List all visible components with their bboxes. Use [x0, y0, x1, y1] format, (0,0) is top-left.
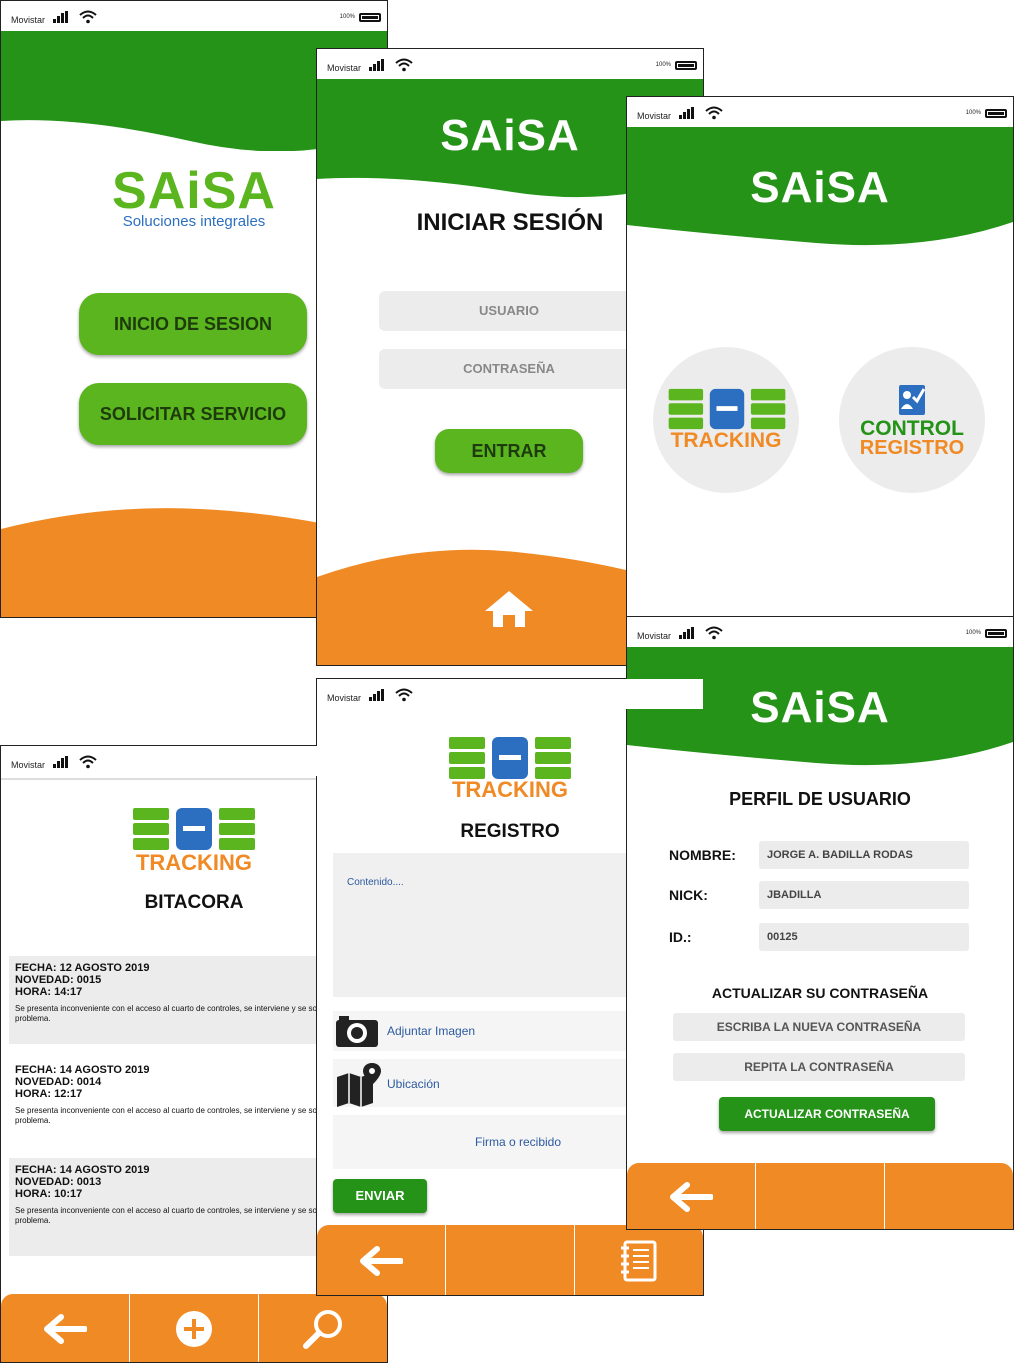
nick-label: NICK:: [669, 887, 708, 903]
empty-nav-slot: [445, 1225, 574, 1295]
saisa-logo: SAiSA: [750, 163, 890, 212]
plus-circle-icon: [176, 1311, 212, 1347]
status-bar: Movistar 100%: [317, 49, 703, 79]
menu-screen: Movistar 100% SAiSA TRACKING CONTROL REG…: [626, 96, 1014, 620]
carrier-label: Movistar: [637, 631, 672, 641]
home-icon[interactable]: [483, 589, 535, 629]
control-register-button[interactable]: CONTROL REGISTRO: [839, 347, 985, 493]
ebe-logo-icon: [668, 388, 786, 430]
tracking-label: TRACKING: [670, 429, 782, 452]
battery-label: 100%: [965, 110, 981, 116]
id-value: 00125: [759, 923, 969, 951]
repeat-password-field[interactable]: REPITA LA CONTRASEÑA: [673, 1053, 965, 1081]
attach-image-label: Adjuntar Imagen: [387, 1024, 476, 1038]
add-button[interactable]: [129, 1294, 258, 1362]
status-bar: Movistar 100%: [1, 1, 387, 31]
search-icon: [303, 1310, 342, 1349]
search-button[interactable]: [258, 1294, 387, 1362]
battery-icon: [985, 109, 1007, 118]
status-bar: Movistar: [317, 679, 703, 709]
wifi-icon: [395, 688, 413, 702]
wifi-icon: [705, 626, 723, 640]
battery-icon: [675, 61, 697, 70]
logo-text: SAiSA: [112, 162, 276, 220]
username-field[interactable]: USUARIO: [379, 291, 639, 331]
carrier-label: Movistar: [327, 63, 362, 73]
register-label: REGISTRO: [859, 437, 965, 459]
camera-icon: [336, 1016, 378, 1047]
status-bar: Movistar 100%: [627, 97, 1013, 127]
battery-icon: [985, 629, 1007, 638]
update-password-title: ACTUALIZAR SU CONTRASEÑA: [711, 985, 929, 1001]
arrow-left-icon: [360, 1246, 403, 1276]
status-bar: Movistar 100%: [627, 617, 1013, 647]
back-button[interactable]: [1, 1294, 129, 1362]
arrow-left-icon: [670, 1182, 713, 1212]
signal-icon: [53, 11, 71, 23]
tracking-button[interactable]: TRACKING: [653, 347, 799, 493]
password-field[interactable]: CONTRASEÑA: [379, 349, 639, 389]
battery-icon: [359, 13, 381, 22]
carrier-label: Movistar: [327, 693, 362, 703]
bottom-nav: [317, 1225, 703, 1295]
page-title: PERFIL DE USUARIO: [729, 789, 911, 809]
name-label: NOMBRE:: [669, 847, 736, 863]
carrier-label: Movistar: [11, 760, 46, 770]
wifi-icon: [395, 58, 413, 72]
signal-icon: [679, 107, 697, 119]
signal-icon: [53, 756, 71, 768]
wifi-icon: [79, 10, 97, 24]
enter-button[interactable]: ENTRAR: [435, 429, 583, 473]
carrier-label: Movistar: [11, 15, 46, 25]
signal-icon: [679, 627, 697, 639]
new-password-field[interactable]: ESCRIBA LA NUEVA CONTRASEÑA: [673, 1013, 965, 1041]
back-button[interactable]: [317, 1225, 445, 1295]
id-label: ID.:: [669, 929, 692, 945]
content-placeholder: Contenido....: [347, 877, 404, 888]
battery-label: 100%: [339, 14, 355, 20]
checklist-icon: [899, 385, 926, 415]
login-button[interactable]: INICIO DE SESION: [79, 293, 307, 355]
wifi-icon: [705, 106, 723, 120]
request-service-button[interactable]: SOLICITAR SERVICIO: [79, 383, 307, 445]
battery-label: 100%: [965, 630, 981, 636]
notebook-button[interactable]: [574, 1225, 703, 1295]
nick-value: JBADILLA: [759, 881, 969, 909]
map-location-icon: [337, 1063, 381, 1107]
carrier-label: Movistar: [637, 111, 672, 121]
bottom-nav: [1, 1294, 387, 1362]
location-label: Ubicación: [387, 1077, 440, 1091]
arrow-left-icon: [44, 1314, 87, 1344]
notebook-icon: [621, 1240, 657, 1282]
back-button[interactable]: [627, 1163, 755, 1229]
ebe-logo-icon: [449, 737, 571, 779]
battery-label: 100%: [655, 62, 671, 68]
status-bar: Movistar: [1, 746, 387, 776]
signal-icon: [369, 689, 387, 701]
bottom-nav: [627, 1163, 1013, 1229]
wifi-icon: [79, 755, 97, 769]
empty-nav-slot: [884, 1163, 1013, 1229]
signature-label: Firma o recibido: [474, 1135, 562, 1149]
update-password-button[interactable]: ACTUALIZAR CONTRASEÑA: [719, 1097, 935, 1131]
signal-icon: [369, 59, 387, 71]
ebe-logo-icon: [133, 808, 255, 850]
name-value: JORGE A. BADILLA RODAS: [759, 841, 969, 869]
empty-nav-slot: [755, 1163, 884, 1229]
send-button[interactable]: ENVIAR: [333, 1179, 427, 1213]
